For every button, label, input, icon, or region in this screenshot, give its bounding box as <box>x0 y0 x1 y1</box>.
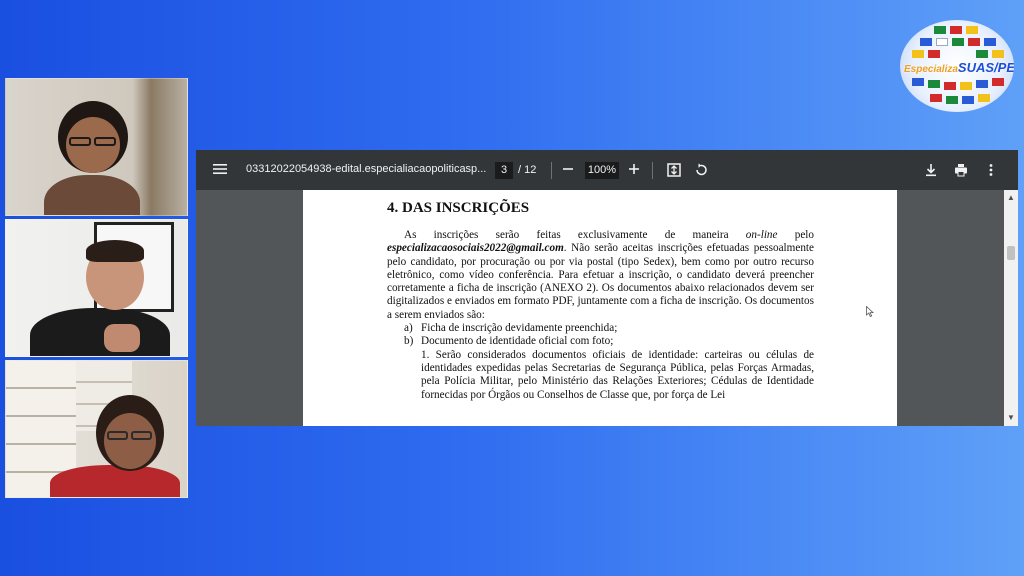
toolbar-divider <box>551 162 552 179</box>
paragraph-inscricoes: As inscrições serão feitas exclusivament… <box>387 229 814 322</box>
zoom-level[interactable]: 100% <box>585 162 619 179</box>
para-start: As inscrições serão feitas exclusivament… <box>404 229 746 241</box>
section-heading: 4. DAS INSCRIÇÕES <box>387 200 530 216</box>
participant-video-3[interactable] <box>5 360 188 498</box>
list-item-text: Documento de identidade oficial com foto… <box>421 335 614 348</box>
vertical-scrollbar[interactable] <box>1004 190 1018 426</box>
more-vert-icon <box>989 164 993 176</box>
zoom-out-button[interactable] <box>561 163 575 177</box>
participant-2-hand <box>104 324 140 352</box>
especializa-suas-pe-logo: EspecializaSUAS/PE <box>900 20 1014 112</box>
list-item-label: b) <box>404 335 414 348</box>
pdf-toolbar: 03312022054938-edital.especialiacaopolit… <box>196 150 1018 190</box>
scrollbar-thumb[interactable] <box>1007 246 1015 260</box>
pdf-viewer: 03312022054938-edital.especialiacaopolit… <box>196 150 1018 426</box>
list-item: a) Ficha de inscrição devidamente preenc… <box>387 322 814 335</box>
page-content: 4. DAS INSCRIÇÕES As inscrições serão fe… <box>387 200 814 402</box>
rotate-button[interactable] <box>694 163 708 179</box>
more-options-button[interactable] <box>984 163 998 179</box>
minus-icon <box>563 168 573 170</box>
page-total: / 12 <box>518 164 537 176</box>
download-button[interactable] <box>924 163 938 179</box>
participant-video-2[interactable] <box>5 219 188 357</box>
list-item: b) Documento de identidade oficial com f… <box>387 335 814 348</box>
menu-icon[interactable] <box>212 163 228 177</box>
list-item-text: Ficha de inscrição devidamente preenchid… <box>421 322 618 335</box>
pdf-page: 4. DAS INSCRIÇÕES As inscrições serão fe… <box>303 190 897 426</box>
toolbar-divider <box>652 162 653 179</box>
para-pelo: pelo <box>777 229 814 241</box>
zoom-in-button[interactable] <box>627 163 641 177</box>
logo-text: EspecializaSUAS/PE <box>904 60 1014 75</box>
print-icon <box>955 164 967 177</box>
logo-suffix: SUAS/PE <box>957 60 1014 75</box>
sub-item-identity: 1. Serão considerados documentos oficiai… <box>421 348 814 401</box>
scroll-up-arrow[interactable]: ▲ <box>1004 192 1018 204</box>
page-number-input[interactable]: 3 <box>495 162 513 179</box>
contact-email: especializacaosociais2022@gmail.com <box>387 242 564 255</box>
plus-icon <box>629 164 639 174</box>
download-icon <box>926 164 936 177</box>
scroll-down-arrow[interactable]: ▼ <box>1004 412 1018 424</box>
fit-page-button[interactable] <box>667 163 681 179</box>
participant-video-1[interactable] <box>5 78 188 216</box>
print-button[interactable] <box>954 163 968 179</box>
list-item-label: a) <box>404 322 413 335</box>
document-title: 03312022054938-edital.especialiacaopolit… <box>246 163 486 175</box>
logo-prefix: Especializa <box>904 64 958 75</box>
para-online: on-line <box>745 229 778 241</box>
fit-page-icon <box>667 163 681 177</box>
rotate-icon <box>696 163 707 176</box>
mouse-cursor-icon <box>866 306 874 317</box>
